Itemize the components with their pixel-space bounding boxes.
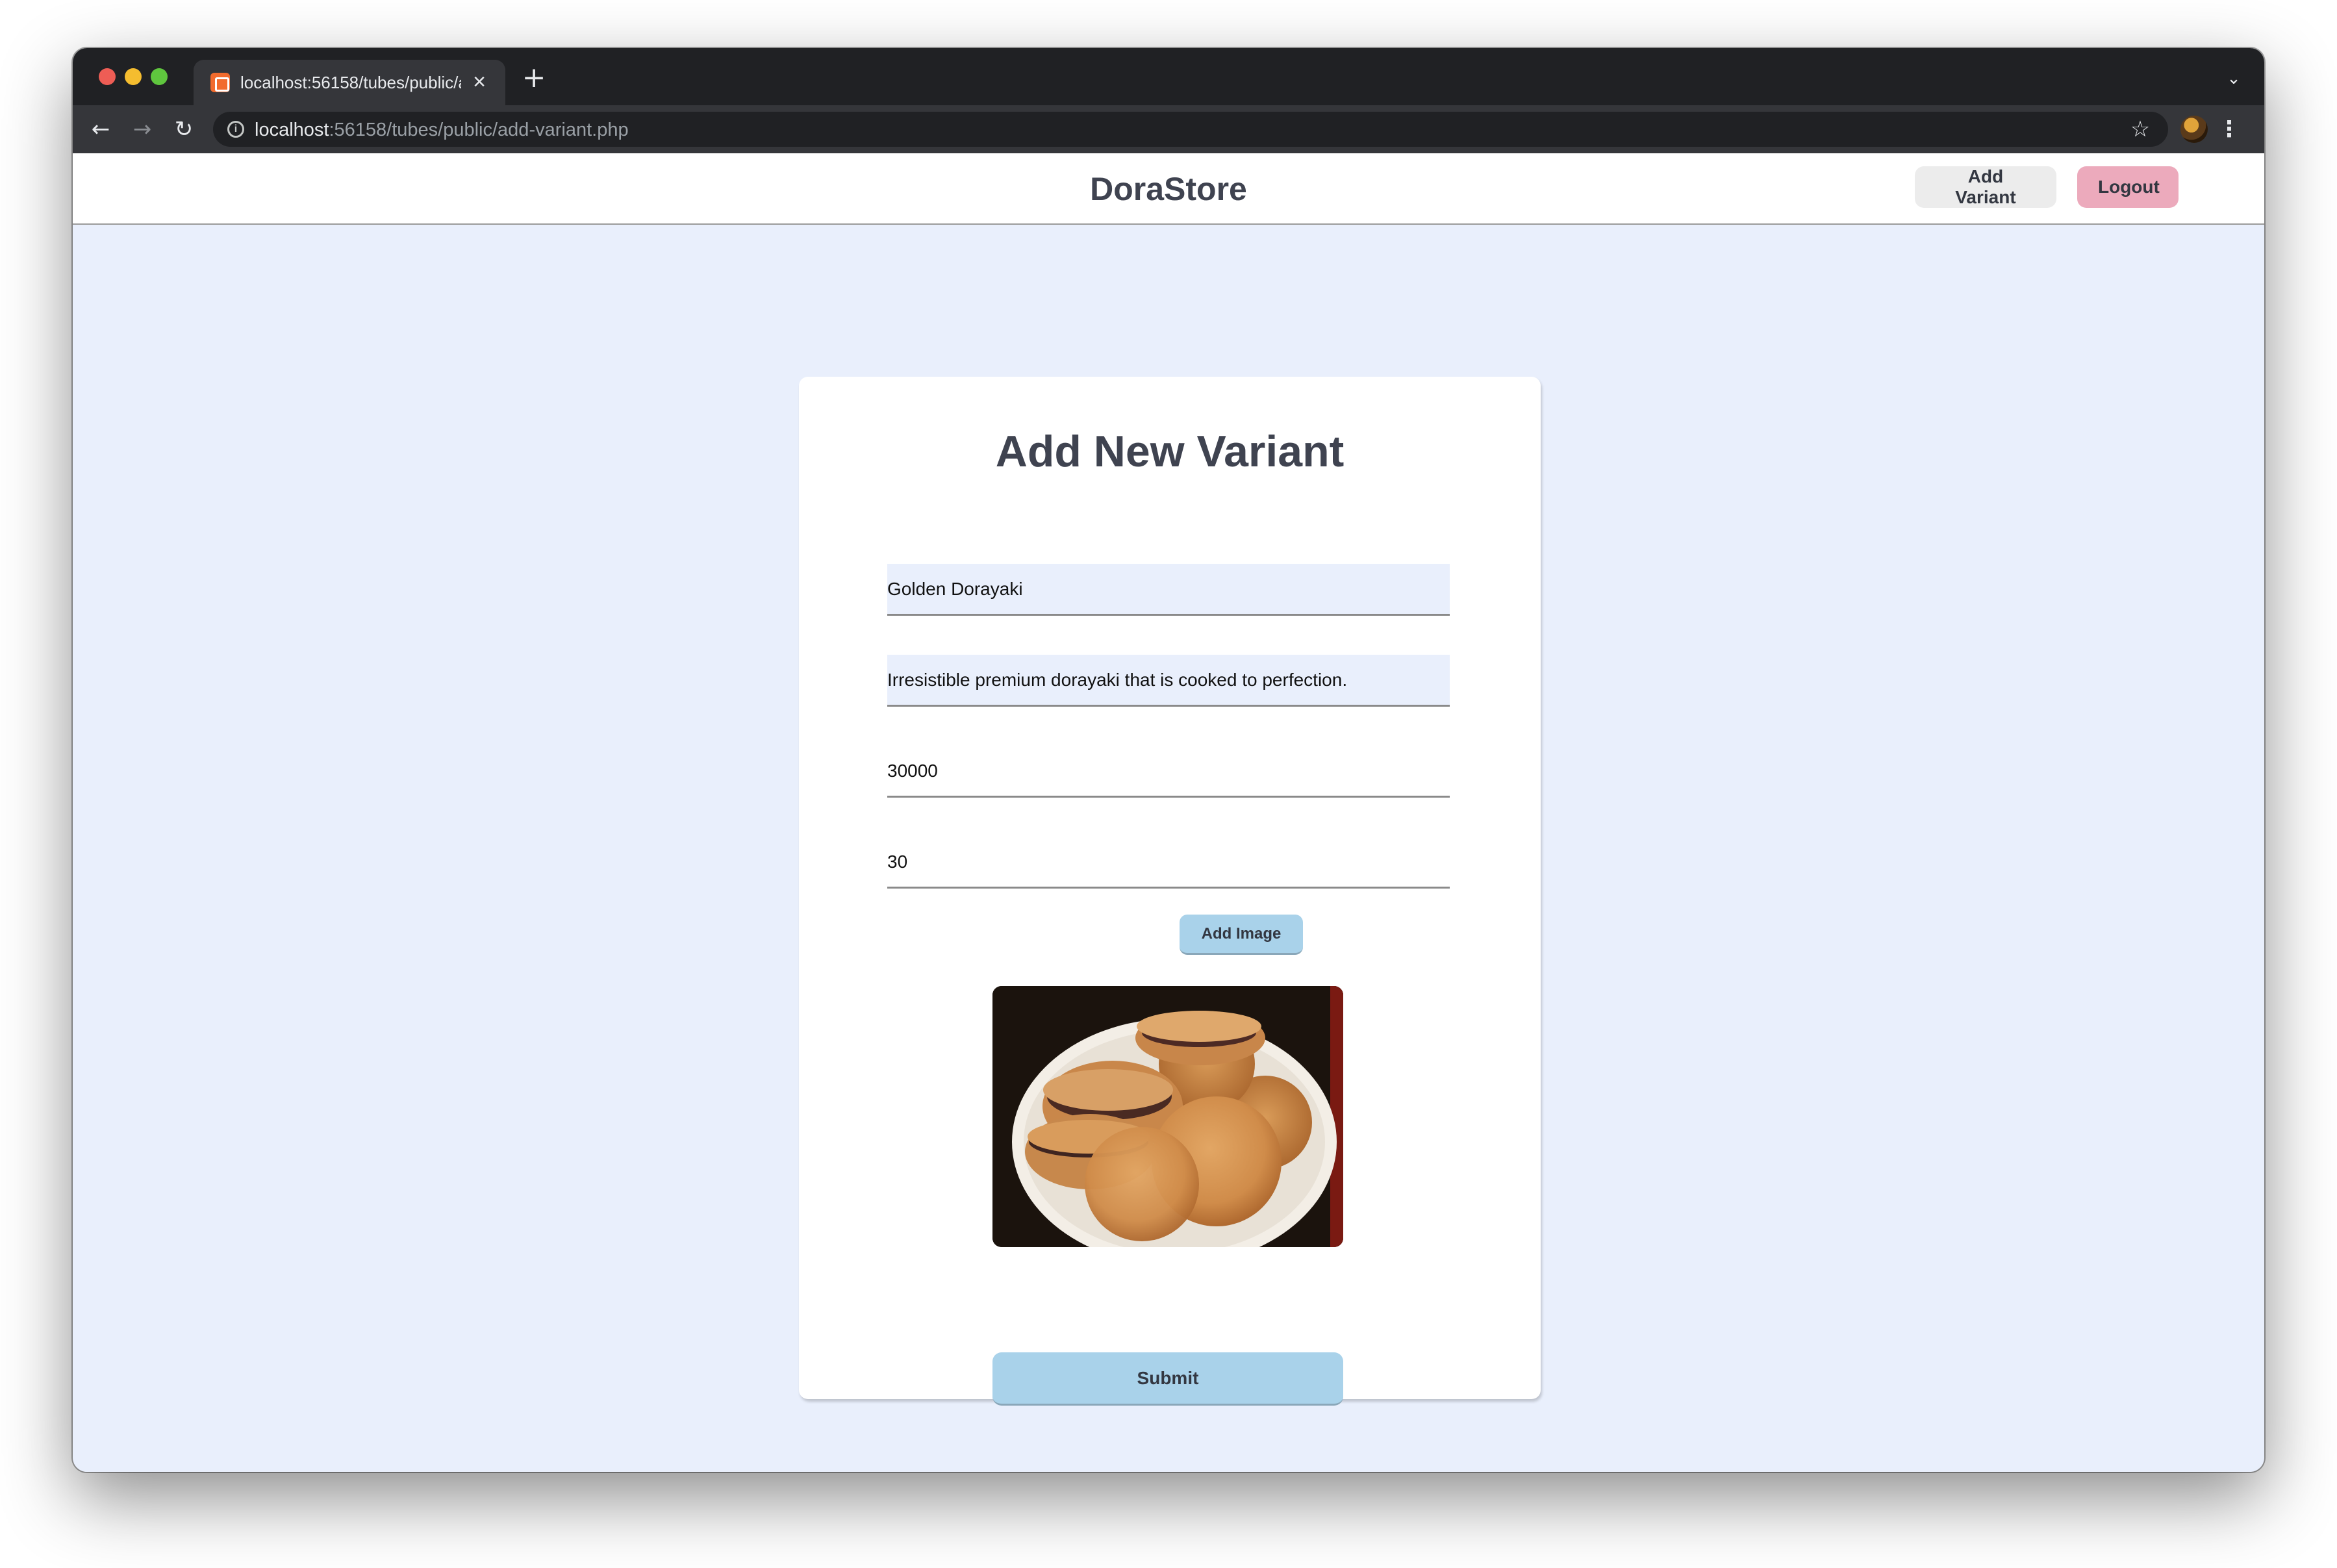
close-window-button[interactable] [99,68,116,85]
profile-avatar[interactable] [2180,116,2208,143]
forward-arrow-icon[interactable]: → [127,114,157,144]
url-path: :56158/tubes/public/add-variant.php [329,120,629,140]
info-icon[interactable]: i [227,121,244,138]
add-image-button[interactable]: Add Image [1180,915,1303,955]
browser-tab[interactable]: localhost:56158/tubes/public/add-variant… [194,60,505,105]
logout-button[interactable]: Logout [2077,166,2179,208]
reload-icon[interactable]: ↻ [169,114,199,144]
back-arrow-icon[interactable]: ← [86,114,116,144]
close-tab-icon[interactable]: × [466,69,492,95]
url-text: localhost:56158/tubes/public/add-variant… [255,120,629,141]
tab-title: localhost:56158/tubes/public/add-variant… [240,73,461,92]
browser-window: localhost:56158/tubes/public/add-variant… [73,48,2264,1472]
browser-tab-bar: localhost:56158/tubes/public/add-variant… [73,48,2264,105]
add-variant-card: Add New Variant Add Image [799,377,1541,1406]
page-viewport: DoraStore Add Variant Logout Add New Var… [73,153,2264,1472]
dorayaki-image-preview [992,986,1343,1247]
variant-stock-input[interactable] [887,837,1450,889]
address-bar[interactable]: i localhost:56158/tubes/public/add-varia… [213,112,2168,147]
site-header: DoraStore Add Variant Logout [73,153,2264,225]
variant-name-input[interactable] [887,564,1450,616]
browser-toolbar: ← → ↻ i localhost:56158/tubes/public/add… [73,105,2264,153]
submit-button[interactable]: Submit [992,1352,1343,1406]
dorayaki-photo [992,986,1343,1247]
new-tab-icon[interactable]: + [521,64,547,92]
maximize-window-button[interactable] [151,68,168,85]
xampp-favicon-icon [210,73,230,92]
url-host: localhost [255,120,329,140]
minimize-window-button[interactable] [125,68,142,85]
bookmark-star-icon[interactable]: ☆ [2125,114,2155,144]
page-title: Add New Variant [995,427,1345,476]
chevron-down-icon[interactable]: ⌄ [2223,68,2245,90]
variant-price-input[interactable] [887,746,1450,798]
kebab-menu-icon[interactable]: ⋮ [2216,114,2242,144]
variant-description-input[interactable] [887,655,1450,707]
add-variant-button[interactable]: Add Variant [1915,166,2056,208]
